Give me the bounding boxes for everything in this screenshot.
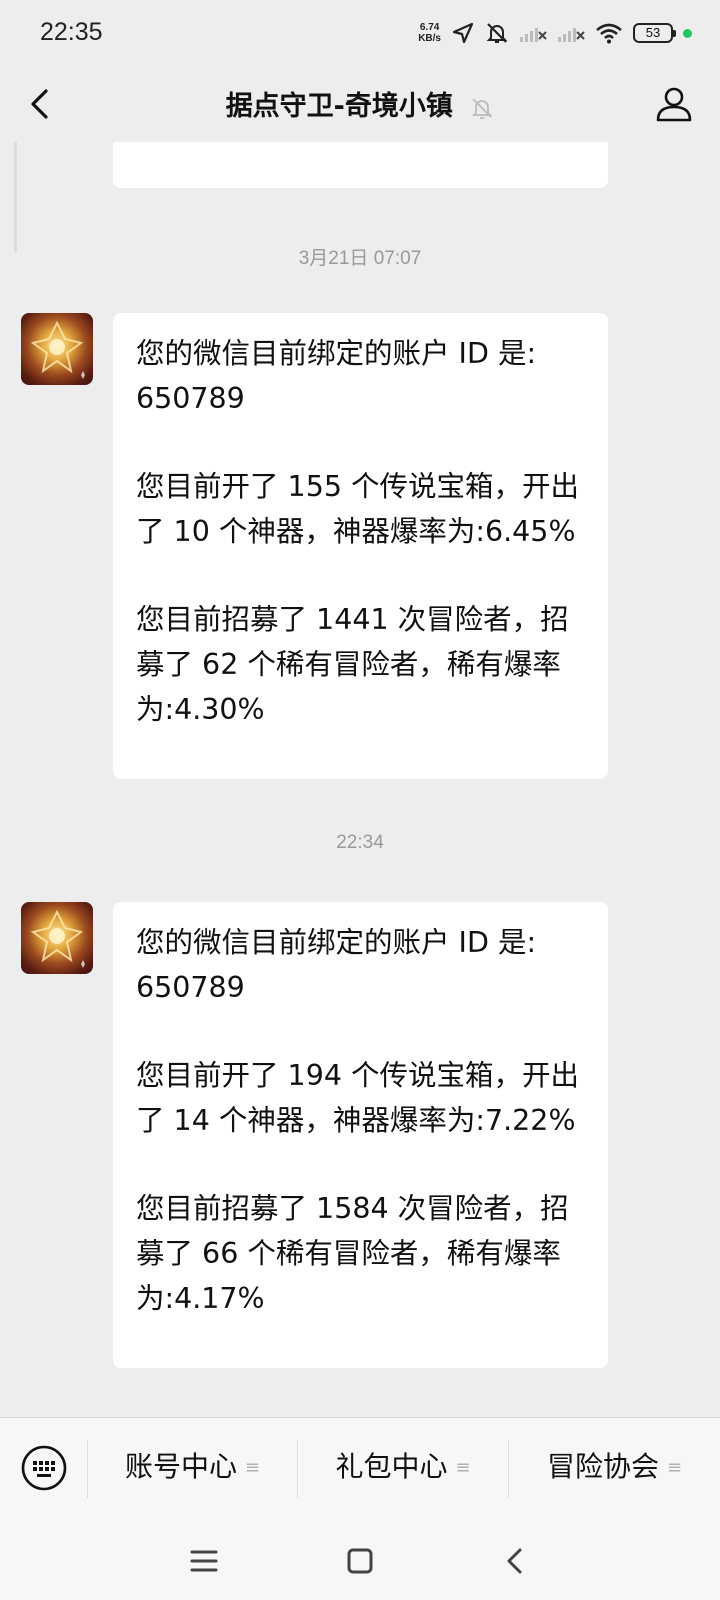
message-bubble[interactable]: 您的微信目前绑定的账户 ID 是: 650789 您目前开了 155 个传说宝箱…	[113, 313, 608, 779]
message-line: 了 10 个神器，神器爆率为:6.45%	[136, 515, 576, 548]
message-line: 募了 66 个稀有冒险者，稀有爆率	[136, 1237, 561, 1270]
chat-header: 据点守卫-奇境小镇	[0, 66, 720, 142]
menu-lines-icon: ≡	[244, 1457, 261, 1478]
message-line: 650789	[136, 971, 245, 1004]
battery-icon: 53	[633, 23, 676, 43]
message-bubble[interactable]: 您的微信目前绑定的账户 ID 是: 650789 您目前开了 194 个传说宝箱…	[113, 902, 608, 1368]
menu-lines-icon: ≡	[455, 1457, 471, 1478]
status-time: 22:35	[40, 18, 103, 46]
message-line: 您目前开了 155 个传说宝箱，开出	[136, 470, 580, 503]
back-chevron-icon[interactable]	[498, 1543, 534, 1579]
chat-title: 据点守卫-奇境小镇	[225, 91, 453, 122]
privacy-indicator-dot	[683, 28, 692, 38]
menu-item-label: 账号中心	[124, 1450, 237, 1483]
location-arrow-icon	[452, 22, 474, 44]
message-line: 您的微信目前绑定的账户 ID 是:	[136, 337, 537, 370]
message-timestamp: 3月21日 07:07	[298, 248, 422, 269]
network-speed-unit: KB/s	[418, 33, 441, 44]
message-line: 募了 62 个稀有冒险者，稀有爆率	[136, 648, 561, 681]
message-line: 为:4.17%	[136, 1282, 265, 1315]
chat-message-list[interactable]: 3月21日 07:07 您的微信目前绑定的账户 ID 是: 650789 您目前…	[0, 142, 720, 1417]
signal-icon	[558, 28, 585, 42]
system-navigation-bar	[0, 1521, 720, 1600]
menu-item-adventure-guild[interactable]: 冒险协会 ≡	[509, 1438, 720, 1496]
menu-item-account-center[interactable]: 账号中心 ≡	[88, 1438, 297, 1496]
menu-icon[interactable]	[186, 1543, 222, 1579]
message-bubble-partial[interactable]	[113, 142, 608, 188]
person-icon[interactable]	[652, 82, 696, 126]
chat-title-wrap: 据点守卫-奇境小镇	[0, 84, 720, 123]
avatar[interactable]	[21, 902, 93, 974]
message-line: 您目前招募了 1584 次冒险者，招	[136, 1192, 569, 1225]
network-speed: 6.74 KB/s	[418, 22, 441, 44]
message-line: 您目前招募了 1441 次冒险者，招	[136, 603, 569, 636]
status-icons: 6.74 KB/s 53	[418, 20, 692, 46]
status-bar: 22:35 6.74 KB/s 53	[0, 0, 720, 66]
menu-item-label: 礼包中心	[335, 1450, 448, 1483]
menu-item-gift-center[interactable]: 礼包中心 ≡	[298, 1438, 508, 1496]
home-square-icon[interactable]	[342, 1543, 378, 1579]
scroll-indicator	[14, 142, 17, 252]
message-timestamp: 22:34	[336, 832, 384, 853]
message-line: 650789	[136, 382, 245, 415]
bell-off-icon	[472, 97, 493, 119]
message-line: 您的微信目前绑定的账户 ID 是:	[136, 926, 537, 959]
message-line: 了 14 个神器，神器爆率为:7.22%	[136, 1104, 576, 1137]
message-line: 您目前开了 194 个传说宝箱，开出	[136, 1059, 580, 1092]
network-speed-value: 6.74	[419, 22, 440, 33]
wifi-icon	[596, 23, 622, 44]
bell-off-icon	[486, 23, 508, 43]
official-account-menu: 账号中心 ≡ 礼包中心 ≡ 冒险协会 ≡	[0, 1417, 720, 1521]
menu-lines-icon: ≡	[666, 1457, 683, 1478]
signal-icon	[520, 28, 547, 42]
message-line: 为:4.30%	[136, 693, 265, 726]
keyboard-icon[interactable]	[20, 1444, 68, 1492]
menu-item-label: 冒险协会	[546, 1450, 659, 1483]
avatar[interactable]	[21, 313, 93, 385]
